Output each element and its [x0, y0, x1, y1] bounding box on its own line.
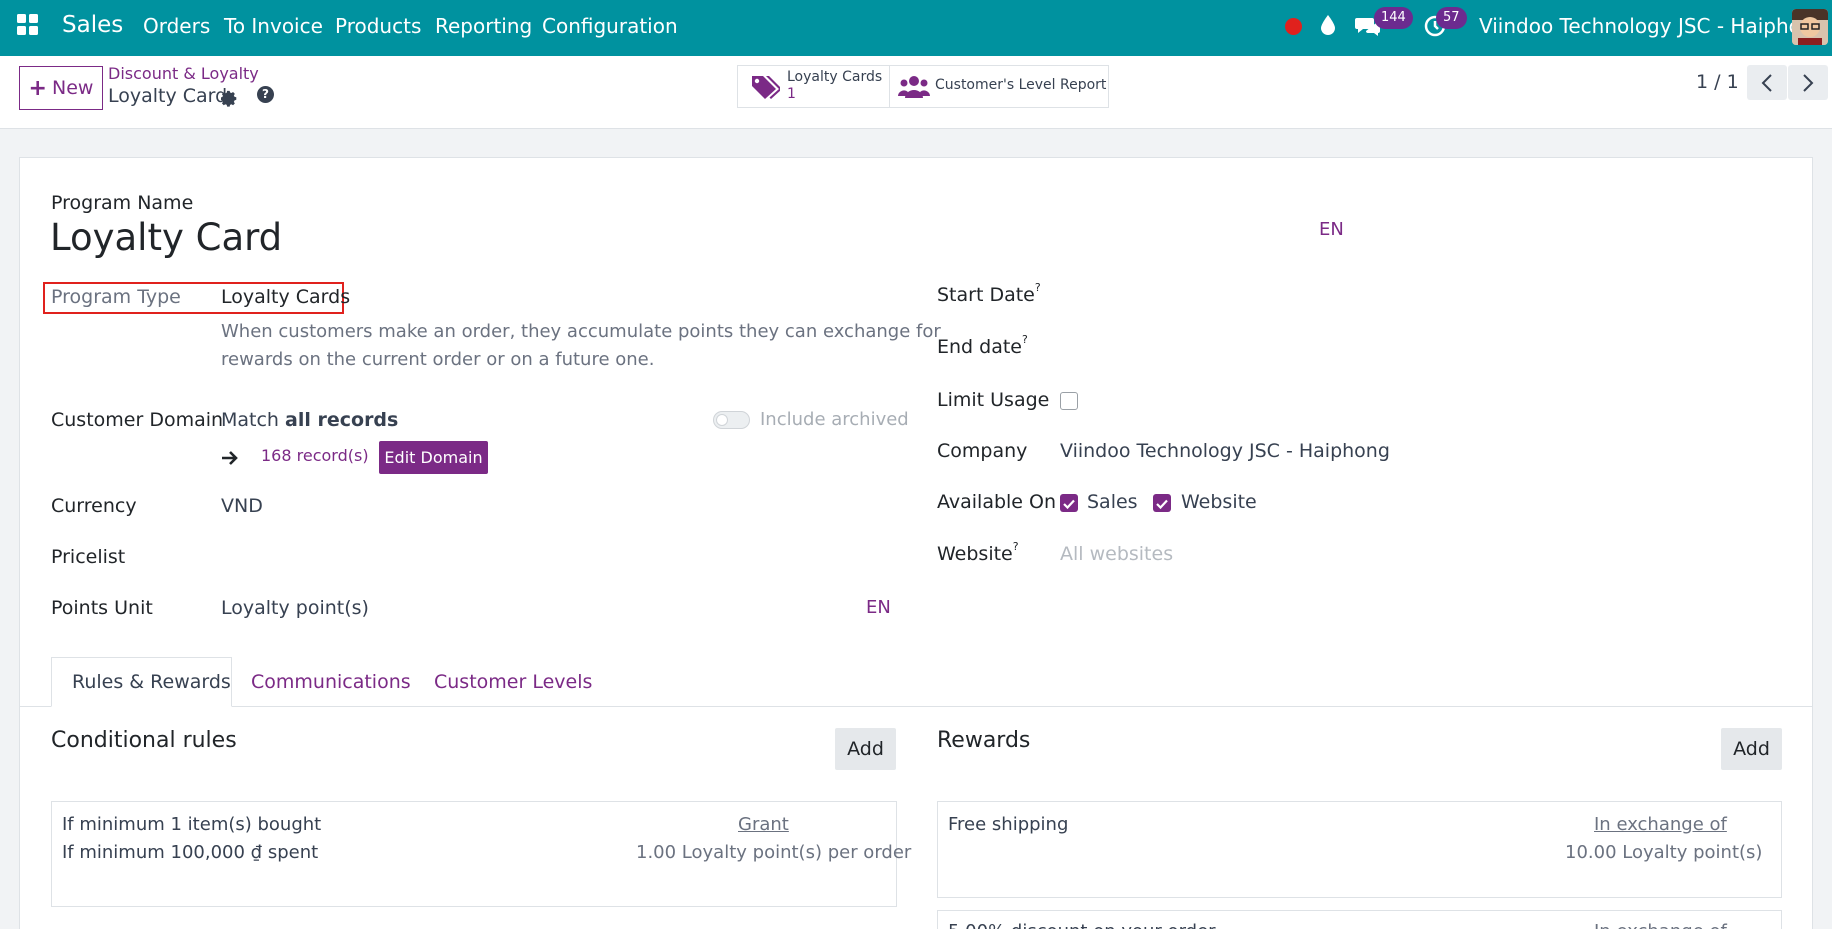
menu-orders[interactable]: Orders [143, 14, 210, 38]
messages-badge: 144 [1374, 7, 1413, 29]
tab-communications[interactable]: Communications [251, 671, 411, 693]
rule-line-2: If minimum 100,000 ₫ spent [62, 842, 319, 863]
tab-rules-rewards[interactable]: Rules & Rewards [51, 657, 232, 707]
chevron-left-icon [1761, 73, 1772, 92]
program-type-field[interactable]: Loyalty Cards [221, 286, 350, 308]
currency-label: Currency [51, 495, 137, 517]
plus-icon: + [28, 75, 47, 101]
match-value: all records [285, 409, 399, 431]
conditional-rules-title: Conditional rules [51, 728, 237, 753]
available-website-label[interactable]: Website [1181, 491, 1257, 513]
new-button-label: New [51, 77, 94, 99]
pager-previous-button[interactable] [1747, 65, 1787, 100]
include-archived-label: Include archived [760, 409, 909, 430]
check-icon [1063, 499, 1075, 510]
reward-1-label: Free shipping [948, 814, 1069, 835]
available-sales-checkbox[interactable] [1060, 494, 1078, 512]
points-unit-lang-button[interactable]: EN [866, 597, 891, 618]
pricelist-field[interactable] [221, 543, 911, 571]
help-icon[interactable]: ? [257, 86, 274, 103]
limit-usage-label: Limit Usage [937, 389, 1050, 411]
rule-card[interactable]: If minimum 1 item(s) bought If minimum 1… [51, 801, 911, 907]
program-name-field[interactable]: Loyalty Card [50, 216, 282, 259]
customer-domain-match: Match all records [221, 409, 398, 431]
check-icon [1156, 499, 1168, 510]
record-status-dot[interactable] [1285, 18, 1302, 35]
loyalty-cards-stat-label: Loyalty Cards [787, 69, 883, 85]
arrow-right-icon [221, 447, 239, 471]
reward-1-exchange-value: 10.00 Loyalty point(s) [1565, 842, 1763, 863]
available-website-checkbox[interactable] [1153, 494, 1171, 512]
company-switcher[interactable]: Viindoo Technology JSC - Haiphong [1479, 14, 1826, 38]
breadcrumb-parent[interactable]: Discount & Loyalty [108, 64, 259, 83]
customer-domain-label: Customer Domain [51, 409, 224, 431]
program-type-help-line1: When customers make an order, they accum… [221, 321, 941, 342]
website-label: Website? [937, 540, 1019, 565]
limit-usage-checkbox[interactable] [1060, 392, 1078, 410]
breadcrumb-current: Loyalty Card [108, 85, 228, 107]
company-field[interactable]: Viindoo Technology JSC - Haiphong [1060, 440, 1390, 462]
add-reward-button[interactable]: Add [1721, 728, 1782, 770]
rewards-title: Rewards [937, 728, 1031, 753]
gear-icon[interactable] [220, 88, 238, 112]
menu-products[interactable]: Products [335, 14, 421, 38]
currency-field[interactable]: VND [221, 495, 263, 517]
droplet-icon[interactable] [1320, 14, 1336, 41]
program-name-lang-button[interactable]: EN [1319, 219, 1344, 240]
users-icon [898, 74, 930, 105]
form-sheet: Program Name Loyalty Card EN Program Typ… [19, 157, 1813, 929]
pager-value[interactable]: 1 / 1 [1696, 71, 1739, 93]
tabs-bottom-border [20, 706, 1812, 707]
end-date-help[interactable]: ? [1022, 333, 1028, 346]
points-unit-field[interactable]: Loyalty point(s) [221, 597, 369, 619]
tab-rules-rewards-label: Rules & Rewards [72, 671, 231, 693]
website-help[interactable]: ? [1013, 540, 1019, 553]
start-date-help[interactable]: ? [1035, 281, 1041, 294]
reward-2-label: 5.00% discount on your order [948, 921, 1216, 929]
menu-to-invoice[interactable]: To Invoice [224, 14, 323, 38]
chevron-right-icon [1803, 73, 1814, 92]
available-on-label: Available On [937, 491, 1057, 513]
new-button[interactable]: + New [19, 66, 103, 110]
tags-icon [750, 74, 782, 105]
reward-1-exchange-label: In exchange of [1594, 814, 1727, 835]
match-prefix: Match [221, 409, 279, 431]
menu-configuration[interactable]: Configuration [542, 14, 678, 38]
user-avatar[interactable] [1792, 9, 1828, 45]
customer-level-report-label: Customer's Level Report [935, 77, 1107, 93]
pager-next-button[interactable] [1788, 65, 1828, 100]
loyalty-cards-stat-value: 1 [787, 86, 796, 102]
customer-level-report-smart-button[interactable]: Customer's Level Report [889, 65, 1109, 108]
start-date-label: Start Date? [937, 281, 1041, 306]
menu-reporting[interactable]: Reporting [435, 14, 532, 38]
program-type-label: Program Type [51, 286, 181, 308]
loyalty-cards-smart-button[interactable]: Loyalty Cards 1 [737, 65, 890, 108]
points-unit-label: Points Unit [51, 597, 153, 619]
edit-domain-button[interactable]: Edit Domain [379, 441, 488, 474]
control-panel: + New Discount & Loyalty Loyalty Card ? … [0, 56, 1832, 129]
rule-grant-value: 1.00 Loyalty point(s) per order [636, 842, 912, 863]
top-navbar: Sales Orders To Invoice Products Reporti… [0, 0, 1832, 56]
pricelist-label: Pricelist [51, 546, 126, 568]
app-name[interactable]: Sales [62, 12, 123, 38]
activities-badge: 57 [1436, 7, 1467, 29]
add-rule-button[interactable]: Add [835, 728, 896, 770]
rule-grant-label: Grant [738, 814, 789, 835]
reward-card-discount[interactable]: 5.00% discount on your order In exchange… [937, 910, 1782, 929]
records-count-link[interactable]: 168 record(s) [261, 446, 369, 465]
rule-line-1: If minimum 1 item(s) bought [62, 814, 322, 835]
program-name-label: Program Name [51, 192, 194, 214]
include-archived-toggle[interactable] [713, 411, 750, 429]
available-sales-label[interactable]: Sales [1087, 491, 1138, 513]
tab-customer-levels[interactable]: Customer Levels [434, 671, 592, 693]
apps-menu-icon[interactable] [17, 14, 39, 41]
reward-card-free-shipping[interactable]: Free shipping In exchange of 10.00 Loyal… [937, 801, 1782, 898]
reward-2-exchange-label: In exchange of [1594, 921, 1727, 929]
company-label: Company [937, 440, 1028, 462]
website-field[interactable]: All websites [1060, 543, 1173, 565]
program-type-help-line2: rewards on the current order or on a fut… [221, 349, 655, 370]
end-date-label: End date? [937, 333, 1028, 358]
